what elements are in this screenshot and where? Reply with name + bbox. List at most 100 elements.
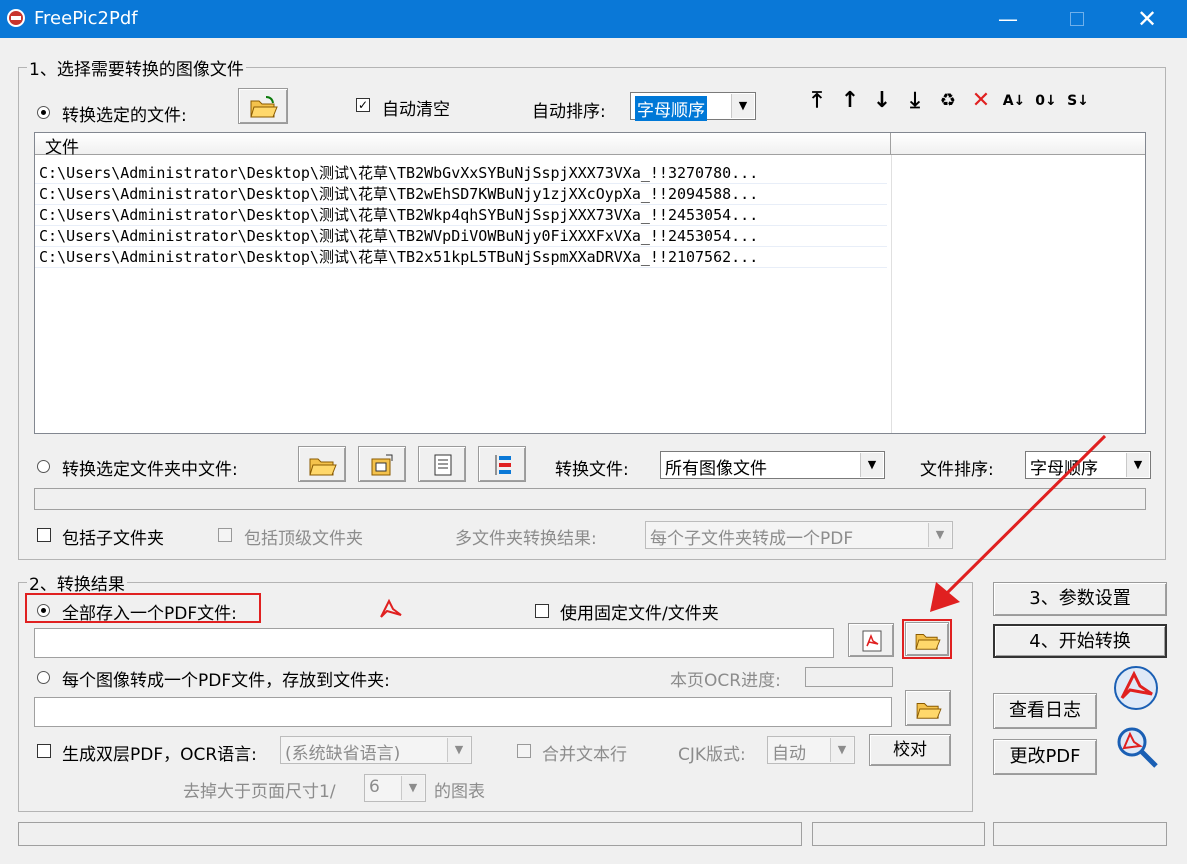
all-into-one-pdf-label: 全部存入一个PDF文件: (62, 604, 237, 624)
include-subfolders-label: 包括子文件夹 (62, 529, 164, 549)
minimize-button[interactable]: — (985, 0, 1031, 38)
list-header-file: 文件 (45, 138, 79, 158)
app-icon (7, 9, 25, 27)
ocr-progress-label: 本页OCR进度: (670, 671, 781, 691)
close-button[interactable]: ✕ (1124, 0, 1170, 38)
convert-folder-label: 转换选定文件夹中文件: (62, 460, 238, 480)
chevron-down-icon: ▼ (731, 94, 754, 118)
auto-sort-value: 字母顺序 (635, 96, 707, 121)
cjk-value: 自动 (772, 744, 806, 764)
view-log-button[interactable]: 查看日志 (993, 693, 1097, 729)
list-item[interactable]: C:\Users\Administrator\Desktop\测试\花草\TB2… (35, 247, 887, 268)
chevron-down-icon: ▼ (447, 738, 470, 762)
open-files-button[interactable] (238, 88, 288, 124)
folder-properties-button[interactable] (358, 446, 406, 482)
move-down-icon[interactable]: ↓ (868, 87, 896, 115)
open-folder-button[interactable] (298, 446, 346, 482)
magnifier-icon (1117, 727, 1158, 768)
pdf-file-icon (862, 630, 882, 652)
status-panel-middle (812, 822, 985, 846)
delete-icon[interactable]: ✕ (967, 87, 995, 115)
auto-sort-label: 自动排序: (532, 102, 606, 122)
radio-convert-folder[interactable] (37, 460, 50, 473)
list-item[interactable]: C:\Users\Administrator\Desktop\测试\花草\TB2… (35, 184, 887, 205)
chevron-down-icon: ▼ (830, 738, 853, 762)
auto-clear-checkbox[interactable]: ✓ (356, 98, 370, 112)
status-panel-main (18, 822, 802, 846)
dual-layer-checkbox[interactable] (37, 744, 51, 758)
window-title: FreePic2Pdf (34, 8, 138, 29)
move-bottom-icon[interactable]: ⤓ (901, 87, 929, 115)
merge-lines-label: 合并文本行 (542, 745, 627, 765)
sort-size-icon[interactable]: S↓ (1064, 87, 1092, 115)
chevron-down-icon: ▼ (860, 453, 883, 477)
convert-file-type-value: 所有图像文件 (665, 459, 767, 479)
document-list-icon (434, 454, 452, 476)
each-image-pdf-label: 每个图像转成一个PDF文件，存放到文件夹: (62, 671, 390, 691)
list-item[interactable]: C:\Users\Administrator\Desktop\测试\花草\TB2… (35, 163, 887, 184)
status-panel-right (993, 822, 1167, 846)
dual-layer-label: 生成双层PDF，OCR语言: (62, 745, 257, 765)
folder-properties-icon (371, 454, 393, 476)
section1-legend: 1、选择需要转换的图像文件 (29, 60, 244, 80)
convert-file-type-label: 转换文件: (555, 460, 629, 480)
sort-numeric-icon[interactable]: 0↓ (1032, 87, 1060, 115)
chevron-down-icon: ▼ (1126, 453, 1149, 477)
modify-pdf-button[interactable]: 更改PDF (993, 739, 1097, 775)
open-folder-icon (916, 703, 942, 719)
remove-larger-select[interactable]: 6 ▼ (364, 774, 426, 802)
chevron-down-icon: ▼ (401, 776, 424, 800)
acrobat-logo-icon (1114, 666, 1158, 710)
open-folder-icon (309, 458, 337, 476)
open-pdf-button[interactable] (848, 623, 894, 657)
ocr-progress-bar (805, 667, 893, 687)
merge-lines-checkbox[interactable] (517, 744, 531, 758)
radio-all-into-one-pdf[interactable] (37, 604, 50, 617)
auto-clear-label: 自动清空 (382, 100, 450, 120)
radio-convert-selected-files[interactable] (37, 106, 50, 119)
cjk-select[interactable]: 自动 ▼ (767, 736, 855, 764)
multi-folder-label: 多文件夹转换结果: (455, 529, 597, 549)
include-top-folder-label: 包括顶级文件夹 (244, 529, 363, 549)
title-bar: FreePic2Pdf — ✕ (0, 0, 1187, 38)
file-list[interactable]: 文件 C:\Users\Administrator\Desktop\测试\花草\… (34, 132, 1146, 434)
remove-larger-value: 6 (369, 777, 380, 797)
proof-button[interactable]: 校对 (869, 734, 951, 766)
list-item[interactable]: C:\Users\Administrator\Desktop\测试\花草\TB2… (35, 226, 887, 247)
convert-selected-files-label: 转换选定的文件: (62, 106, 187, 126)
include-top-folder-checkbox[interactable] (218, 528, 232, 542)
start-convert-button[interactable]: 4、开始转换 (993, 624, 1167, 658)
params-button[interactable]: 3、参数设置 (993, 582, 1167, 616)
maximize-icon (1070, 12, 1084, 26)
multi-folder-value: 每个子文件夹转成一个PDF (650, 529, 854, 549)
move-up-icon[interactable]: ↑ (836, 87, 864, 115)
use-fixed-folder-checkbox[interactable] (535, 604, 549, 618)
sort-az-icon[interactable]: A↓ (1000, 87, 1028, 115)
section2-legend: 2、转换结果 (29, 575, 125, 595)
image-output-folder-input[interactable] (34, 697, 892, 727)
cjk-label: CJK版式: (678, 745, 746, 765)
maximize-button[interactable] (1054, 0, 1100, 38)
remove-larger-suffix: 的图表 (434, 782, 485, 802)
move-top-icon[interactable]: ⤒ (803, 87, 831, 115)
ocr-language-value: (系统缺省语言) (285, 744, 401, 764)
convert-file-type-select[interactable]: 所有图像文件 ▼ (660, 451, 885, 479)
recycle-icon[interactable]: ♻ (934, 87, 962, 115)
browse-folder-button[interactable] (905, 690, 951, 726)
file-list-button[interactable] (418, 446, 466, 482)
remove-larger-label: 去掉大于页面尺寸1/ (183, 782, 336, 802)
list-header: 文件 (35, 133, 1145, 158)
open-folder-icon (250, 96, 278, 118)
tree-icon (495, 455, 511, 475)
open-folder-icon (915, 634, 941, 650)
list-item[interactable]: C:\Users\Administrator\Desktop\测试\花草\TB2… (35, 205, 887, 226)
pdf-logo-icon (380, 598, 402, 618)
tree-view-button[interactable] (478, 446, 526, 482)
multi-folder-select[interactable]: 每个子文件夹转成一个PDF ▼ (645, 521, 953, 549)
ocr-language-select[interactable]: (系统缺省语言) ▼ (280, 736, 472, 764)
browse-pdf-output-button[interactable] (905, 622, 949, 656)
pdf-output-path-input[interactable] (34, 628, 834, 658)
auto-sort-select[interactable]: 字母顺序 ▼ (630, 92, 756, 121)
include-subfolders-checkbox[interactable] (37, 528, 51, 542)
radio-each-image-pdf[interactable] (37, 671, 50, 684)
